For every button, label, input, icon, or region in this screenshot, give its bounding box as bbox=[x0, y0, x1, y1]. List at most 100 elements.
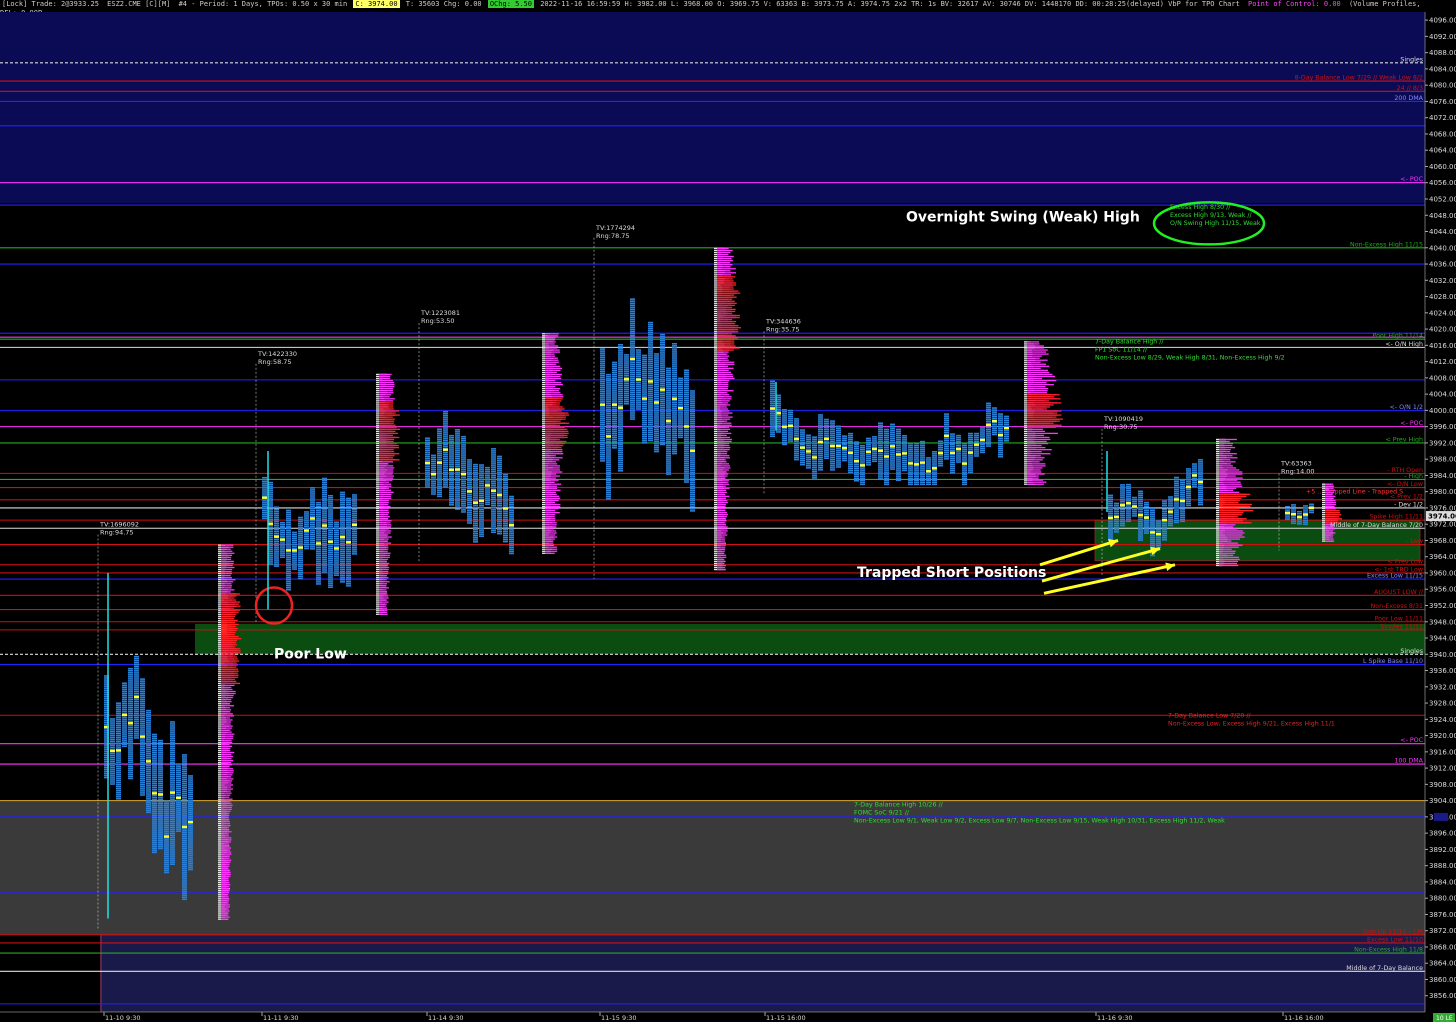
session-tv-label: TV:1090419 bbox=[1103, 415, 1143, 423]
last-price-label: 3974.00 bbox=[1428, 513, 1456, 521]
level-label: Spike High 11/11 bbox=[1369, 514, 1423, 521]
annotation-overnight-high: Overnight Swing (Weak) High bbox=[906, 209, 1140, 225]
time-tick-label: 11-16 16:00 bbox=[1284, 1014, 1324, 1022]
price-tick-label: 4004.00 bbox=[1429, 391, 1456, 399]
session-2: TV:1422330Rng:58.75 bbox=[255, 350, 401, 624]
session-range-label: Rng:53.50 bbox=[421, 317, 455, 325]
price-tick-label: 3992.00 bbox=[1429, 439, 1456, 447]
price-tick-label: 4008.00 bbox=[1429, 374, 1456, 382]
price-tick-label: 4068.00 bbox=[1429, 130, 1456, 138]
level-label: Excess Low 11/10 bbox=[1367, 936, 1423, 943]
session-4: TV:1774294Rng:78.75 bbox=[593, 224, 741, 579]
zone-green_poor_low bbox=[195, 623, 1425, 655]
level-label: Excess Low 11/15 bbox=[1367, 573, 1423, 580]
price-tick-label: 4092.00 bbox=[1429, 33, 1456, 41]
level-label: 200 DMA bbox=[1394, 95, 1423, 102]
note-block-2: 7-Day Balance Low 7/20 //Non-Excess Low,… bbox=[1168, 712, 1335, 727]
tpo-chart[interactable]: TV:1696092Rng:94.75TV:1422330Rng:58.75TV… bbox=[0, 0, 1456, 1022]
price-tick-label: 3988.00 bbox=[1429, 456, 1456, 464]
level-label: <- POC bbox=[1400, 176, 1423, 183]
price-tick-label: 3856.00 bbox=[1429, 992, 1456, 1000]
price-tick-label: 4016.00 bbox=[1429, 342, 1456, 350]
level-label: Singles bbox=[1400, 56, 1423, 63]
session-5: TV:344636Rng:35.75 bbox=[763, 317, 1063, 494]
level-label: Poor High 11/14 bbox=[1373, 333, 1424, 340]
price-tick-label: 3868.00 bbox=[1429, 943, 1456, 951]
price-tick-label: 3880.00 bbox=[1429, 895, 1456, 903]
price-tick-label: 3928.00 bbox=[1429, 700, 1456, 708]
price-tick-label: 4072.00 bbox=[1429, 114, 1456, 122]
poor-low-circle bbox=[254, 586, 294, 625]
level-label: L Spike Base 11/10 bbox=[1363, 658, 1423, 665]
annotation-poor-low: Poor Low bbox=[274, 646, 347, 662]
price-tick-label: 3940.00 bbox=[1429, 651, 1456, 659]
note-line: Excess High 9/13, Weak // bbox=[1170, 212, 1252, 219]
level-label: - Low bbox=[1406, 538, 1423, 545]
level-label: Non-Excess High 11/15 bbox=[1350, 241, 1423, 248]
level-label: Middle of 7-Day Balance bbox=[1346, 965, 1423, 972]
price-tick-label: 3960.00 bbox=[1429, 569, 1456, 577]
annotation-trapped-line: +5 ... Trapped Line - Trapped S bbox=[1306, 489, 1403, 496]
note-line: FP1 SoC 11/14 // bbox=[1095, 346, 1148, 353]
note-line: Non-Excess Low 9/1, Weak Low 9/2, Excess… bbox=[854, 818, 1225, 825]
zone-navy_low bbox=[100, 934, 1425, 1012]
price-tick-label: 4032.00 bbox=[1429, 277, 1456, 285]
price-tick-label: 4040.00 bbox=[1429, 244, 1456, 252]
level-label: Middle of 7-Day Balance 7/20 bbox=[1330, 522, 1423, 529]
zone-navy bbox=[0, 12, 1425, 204]
level-label: < Prev High bbox=[1386, 436, 1424, 443]
price-tick-label: 4096.00 bbox=[1429, 17, 1456, 25]
time-tick-label: 11-16 9:30 bbox=[1097, 1014, 1133, 1022]
price-tick-label: 3952.00 bbox=[1429, 602, 1456, 610]
price-tick-label: 4052.00 bbox=[1429, 195, 1456, 203]
level-label: Poor Low 11/11 bbox=[1375, 615, 1423, 622]
session-tv-label: TV:344636 bbox=[765, 317, 801, 325]
axis-marker-navy bbox=[1434, 812, 1448, 821]
price-tick-label: 3972.00 bbox=[1429, 521, 1456, 529]
note-line: Non-Excess Low 8/29, Weak High 8/31, Non… bbox=[1095, 354, 1285, 361]
session-range-label: Rng:30.75 bbox=[1104, 423, 1138, 431]
time-tick-label: 11-11 9:30 bbox=[263, 1014, 299, 1022]
price-tick-label: 4028.00 bbox=[1429, 293, 1456, 301]
time-tick-label: 11-14 9:30 bbox=[428, 1014, 464, 1022]
note-line: Non-Excess Low, Excess High 9/21, Excess… bbox=[1168, 720, 1335, 727]
price-tick-label: 3912.00 bbox=[1429, 765, 1456, 773]
level-label: Gap Up 11/10 - CPI bbox=[1363, 928, 1423, 935]
price-tick-label: 4076.00 bbox=[1429, 98, 1456, 106]
level-label: Singles bbox=[1400, 648, 1423, 655]
price-tick-label: 3884.00 bbox=[1429, 878, 1456, 886]
level-label: <- O/N Low bbox=[1387, 481, 1423, 488]
price-tick-label: 3892.00 bbox=[1429, 846, 1456, 854]
price-tick-label: 3956.00 bbox=[1429, 586, 1456, 594]
price-tick-label: 3968.00 bbox=[1429, 537, 1456, 545]
time-tick-label: 11-10 9:30 bbox=[105, 1014, 141, 1022]
note-line: FOMC SoC 9/21 // bbox=[854, 810, 910, 817]
price-tick-label: 3860.00 bbox=[1429, 976, 1456, 984]
price-tick-label: 3872.00 bbox=[1429, 927, 1456, 935]
price-tick-label: 4024.00 bbox=[1429, 309, 1456, 317]
level-label: Non-Excess 8/31 bbox=[1371, 603, 1423, 610]
time-axis: 11-10 9:30 11-11 9:30 11-14 9:30 11-15 9:30… bbox=[0, 1011, 1456, 1022]
session-tv-label: TV:1223081 bbox=[420, 309, 460, 317]
price-tick-label: 3944.00 bbox=[1429, 635, 1456, 643]
level-label: Non-Excess High 11/8 bbox=[1354, 947, 1423, 954]
time-tick-label: 11-15 16:00 bbox=[766, 1014, 806, 1022]
annotation-trapped-shorts: Trapped Short Positions bbox=[857, 565, 1046, 581]
session-range-label: Rng:14.00 bbox=[1281, 468, 1315, 476]
price-tick-label: 4080.00 bbox=[1429, 82, 1456, 90]
price-tick-label: 4048.00 bbox=[1429, 212, 1456, 220]
note-block-1: 7-Day Balance High //FP1 SoC 11/14 //Non… bbox=[1095, 338, 1285, 361]
price-tick-label: 3864.00 bbox=[1429, 960, 1456, 968]
session-tv-label: TV:1422330 bbox=[257, 350, 297, 358]
price-tick-label: 4020.00 bbox=[1429, 326, 1456, 334]
time-tick-label: 11-15 9:30 bbox=[601, 1014, 637, 1022]
time-axis-bg bbox=[0, 1012, 1456, 1022]
note-line: 7-Day Balance High // bbox=[1095, 338, 1164, 345]
price-tick-label: 3916.00 bbox=[1429, 748, 1456, 756]
price-tick-label: 4056.00 bbox=[1429, 179, 1456, 187]
price-tick-label: 4044.00 bbox=[1429, 228, 1456, 236]
note-line: 7-Day Balance Low 7/20 // bbox=[1168, 712, 1251, 719]
level-label: <- O/N High bbox=[1385, 341, 1423, 348]
price-tick-label: 4084.00 bbox=[1429, 65, 1456, 73]
price-tick-label: 3904.00 bbox=[1429, 797, 1456, 805]
